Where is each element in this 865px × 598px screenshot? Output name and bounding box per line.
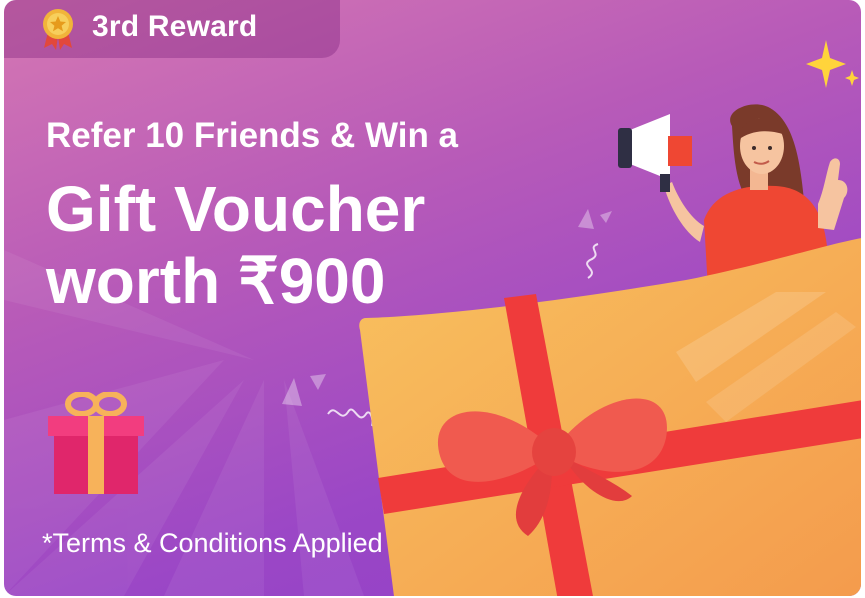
reward-badge: 3rd Reward bbox=[4, 0, 340, 58]
headline-worth-amount: worth ₹900 bbox=[46, 245, 386, 317]
terms-text: *Terms & Conditions Applied bbox=[42, 528, 383, 558]
large-gift-box-illustration bbox=[359, 238, 861, 596]
badge-label: 3rd Reward bbox=[92, 10, 258, 43]
small-gift-icon bbox=[48, 392, 144, 494]
medal-icon bbox=[43, 9, 73, 50]
sparkle-icon bbox=[806, 40, 859, 88]
headline-line1: Refer 10 Friends & Win a bbox=[46, 116, 459, 155]
reward-card[interactable]: 3rd Reward Refer 10 Friends & Win a Gift… bbox=[4, 0, 861, 596]
